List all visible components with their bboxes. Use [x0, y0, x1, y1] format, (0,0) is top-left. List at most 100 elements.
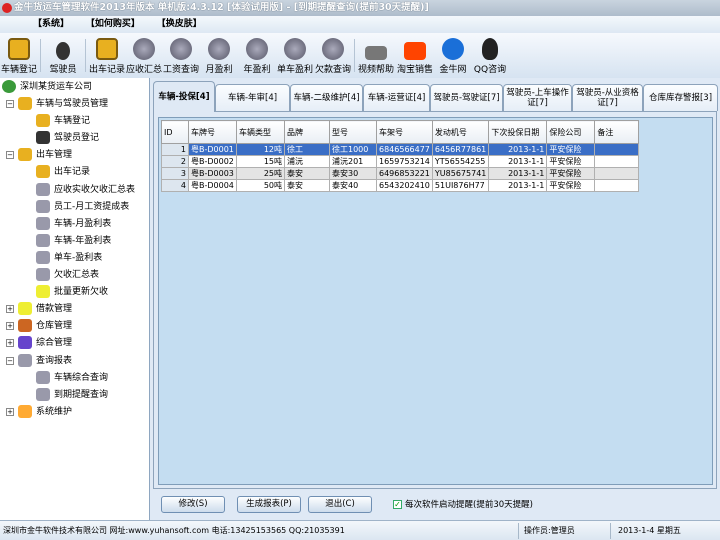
column-header[interactable]: 车牌号 — [188, 120, 237, 144]
menu-system[interactable]: 【系统】 — [33, 19, 69, 29]
table-row[interactable]: 1 粤B-D0001 12吨 徐工 徐工1000 6846566477 6456R77861… — [161, 143, 640, 156]
tab-3[interactable]: 车辆-运营证[4] — [363, 84, 430, 111]
tree-label: 应收实收欠收汇总表 — [54, 184, 136, 195]
tree-label: 员工-月工资提成表 — [54, 201, 130, 212]
edit-button[interactable]: 修改(S) — [161, 496, 225, 513]
tree-item[interactable]: 车辆与驾驶员管理 — [18, 96, 108, 112]
tree-item[interactable]: 员工-月工资提成表 — [36, 199, 129, 215]
column-header[interactable]: 备注 — [594, 120, 640, 144]
toolbar-receivable-summary[interactable]: 应收汇总 — [126, 33, 162, 78]
expand-icon[interactable]: + — [6, 339, 14, 348]
data-grid: ID 车牌号 车辆类型 品牌 型号 车架号 发动机号 下次投保日期 保险公司 备注 1 粤B-D00… — [158, 117, 713, 485]
tab-4[interactable]: 驾驶员-驾驶证[7] — [430, 84, 503, 111]
toolbar-salary-query[interactable]: 工资查询 — [162, 33, 200, 78]
table-cell: 2013-1-1 — [488, 179, 548, 192]
tree-item[interactable]: 查询报表 — [18, 353, 72, 369]
toolbar-driver[interactable]: 驾驶员 — [43, 33, 83, 78]
column-header[interactable]: 型号 — [329, 120, 377, 144]
checkmark-icon: ✓ — [393, 499, 402, 509]
toolbar-label: 金牛网 — [439, 65, 467, 75]
tree-item[interactable]: 批量更新欠收 — [36, 284, 108, 300]
insurance-table: ID 车牌号 车辆类型 品牌 型号 车架号 发动机号 下次投保日期 保险公司 备注 1 粤B-D00… — [161, 120, 640, 192]
tree-item[interactable]: 借款管理 — [18, 301, 72, 317]
tree-item[interactable]: 驾驶员登记 — [36, 130, 99, 146]
exit-button[interactable]: 退出(C) — [308, 496, 372, 513]
table-cell: 51UI876H77 — [431, 179, 490, 192]
tab-content: ID 车牌号 车辆类型 品牌 型号 车架号 发动机号 下次投保日期 保险公司 备注 1 粤B-D00… — [153, 111, 717, 489]
toolbar-vehicle-register[interactable]: 车辆登记 — [0, 33, 38, 78]
toolbar-yearly-profit[interactable]: 年盈利 — [238, 33, 276, 78]
tree-item[interactable]: 仓库管理 — [18, 318, 72, 334]
tree-item[interactable]: 系统维护 — [18, 404, 72, 420]
tree-item[interactable]: 综合管理 — [18, 335, 72, 351]
toolbar-label: 工资查询 — [162, 65, 199, 75]
table-row[interactable]: 4 粤B-D0004 50吨 泰安 泰安40 6543202410 51UI876H77 20… — [161, 179, 640, 192]
tree-node-icon — [36, 268, 50, 281]
column-header[interactable]: 保险公司 — [546, 120, 596, 144]
tree-item[interactable]: 欠收汇总表 — [36, 267, 99, 283]
column-header[interactable]: 发动机号 — [431, 120, 490, 144]
column-header[interactable]: 车辆类型 — [236, 120, 285, 144]
toolbar-qq[interactable]: QQ咨询 — [471, 33, 509, 78]
tree-item[interactable]: 车辆-月盈利表 — [36, 216, 111, 232]
tree-node-icon — [36, 233, 50, 247]
menu-how-to-buy[interactable]: 【如何购买】 — [86, 19, 140, 29]
toolbar-website[interactable]: 金牛网 — [435, 33, 471, 78]
toolbar-video-help[interactable]: 视频帮助 — [357, 33, 395, 78]
table-cell: 2 — [161, 155, 189, 168]
toolbar-debt-query[interactable]: 欠款查询 — [314, 33, 352, 78]
tab-6[interactable]: 驾驶员-从业资格证[7] — [572, 84, 643, 111]
table-cell: 平安保险 — [546, 167, 596, 180]
tree-root[interactable]: 深圳某货运车公司 — [2, 79, 92, 95]
collapse-icon[interactable]: − — [6, 100, 14, 108]
camera-icon — [365, 46, 387, 60]
status-operator: 操作员:管理员 — [524, 526, 575, 535]
magnifier-icon — [208, 38, 230, 60]
tree-node-icon — [36, 114, 50, 128]
menu-change-skin[interactable]: 【换皮肤】 — [157, 19, 202, 29]
collapse-icon[interactable]: − — [6, 356, 14, 365]
taobao-icon — [404, 42, 426, 60]
tree-item[interactable]: 到期提醒查询 — [36, 387, 108, 403]
tree-item[interactable]: 单车-盈利表 — [36, 250, 102, 266]
expand-icon[interactable]: + — [6, 407, 14, 416]
magnifier-icon — [246, 38, 268, 60]
tree-label: 系统维护 — [36, 406, 73, 417]
tree-item[interactable]: 出车管理 — [18, 147, 72, 163]
table-cell: 12吨 — [236, 143, 285, 156]
tab-1[interactable]: 车辆-年审[4] — [215, 84, 290, 111]
toolbar-taobao[interactable]: 淘宝销售 — [395, 33, 435, 78]
column-header[interactable]: ID — [161, 120, 189, 144]
table-row[interactable]: 2 粤B-D0002 15吨 浦沅 浦沅201 1659753214 YT56554255 2… — [161, 155, 640, 168]
tree-item[interactable]: 车辆-年盈利表 — [36, 233, 111, 249]
expand-icon[interactable]: + — [6, 305, 14, 314]
table-cell: YT56554255 — [431, 155, 490, 168]
tab-0[interactable]: 车辆-投保[4] — [153, 81, 215, 112]
column-header[interactable]: 车架号 — [376, 120, 433, 144]
tab-5[interactable]: 驾驶员-上车操作证[7] — [503, 84, 572, 111]
expand-icon[interactable]: + — [6, 322, 14, 331]
navigation-tree: 深圳某货运车公司 − 车辆与驾驶员管理 车辆登记 驾驶员登记 − 出车管理 出车记录 应收实收… — [0, 78, 150, 520]
tree-node-icon — [36, 370, 50, 384]
tree-item[interactable]: 车辆登记 — [36, 113, 90, 129]
table-row[interactable]: 3 粤B-D0003 25吨 泰安 泰安30 6496853221 YU85675741 20… — [161, 167, 640, 180]
column-header[interactable]: 下次投保日期 — [488, 120, 548, 144]
tree-item[interactable]: 出车记录 — [36, 164, 90, 180]
toolbar-label: QQ咨询 — [473, 65, 507, 75]
tab-7[interactable]: 仓库库存警报[3] — [643, 84, 718, 111]
toolbar-trip-record[interactable]: 出车记录 — [88, 33, 126, 78]
column-header[interactable]: 品牌 — [284, 120, 330, 144]
tree-item[interactable]: 车辆综合查询 — [36, 370, 108, 386]
tree-label: 深圳某货运车公司 — [20, 82, 93, 92]
tree-label: 综合管理 — [36, 338, 73, 349]
generate-report-button[interactable]: 生成报表(P) — [237, 496, 301, 513]
tree-item[interactable]: 应收实收欠收汇总表 — [36, 182, 135, 198]
toolbar-monthly-profit[interactable]: 月盈利 — [200, 33, 238, 78]
tab-2[interactable]: 车辆-二级维护[4] — [290, 84, 363, 111]
table-cell: 浦沅201 — [329, 155, 377, 168]
tree-label: 借款管理 — [36, 304, 73, 315]
toolbar-vehicle-profit[interactable]: 单车盈利 — [276, 33, 314, 78]
tree-node-icon — [18, 302, 32, 316]
collapse-icon[interactable]: − — [6, 151, 14, 160]
startup-reminder-checkbox[interactable]: ✓ 每次软件启动提醒(提前30天提醒) — [393, 498, 533, 510]
